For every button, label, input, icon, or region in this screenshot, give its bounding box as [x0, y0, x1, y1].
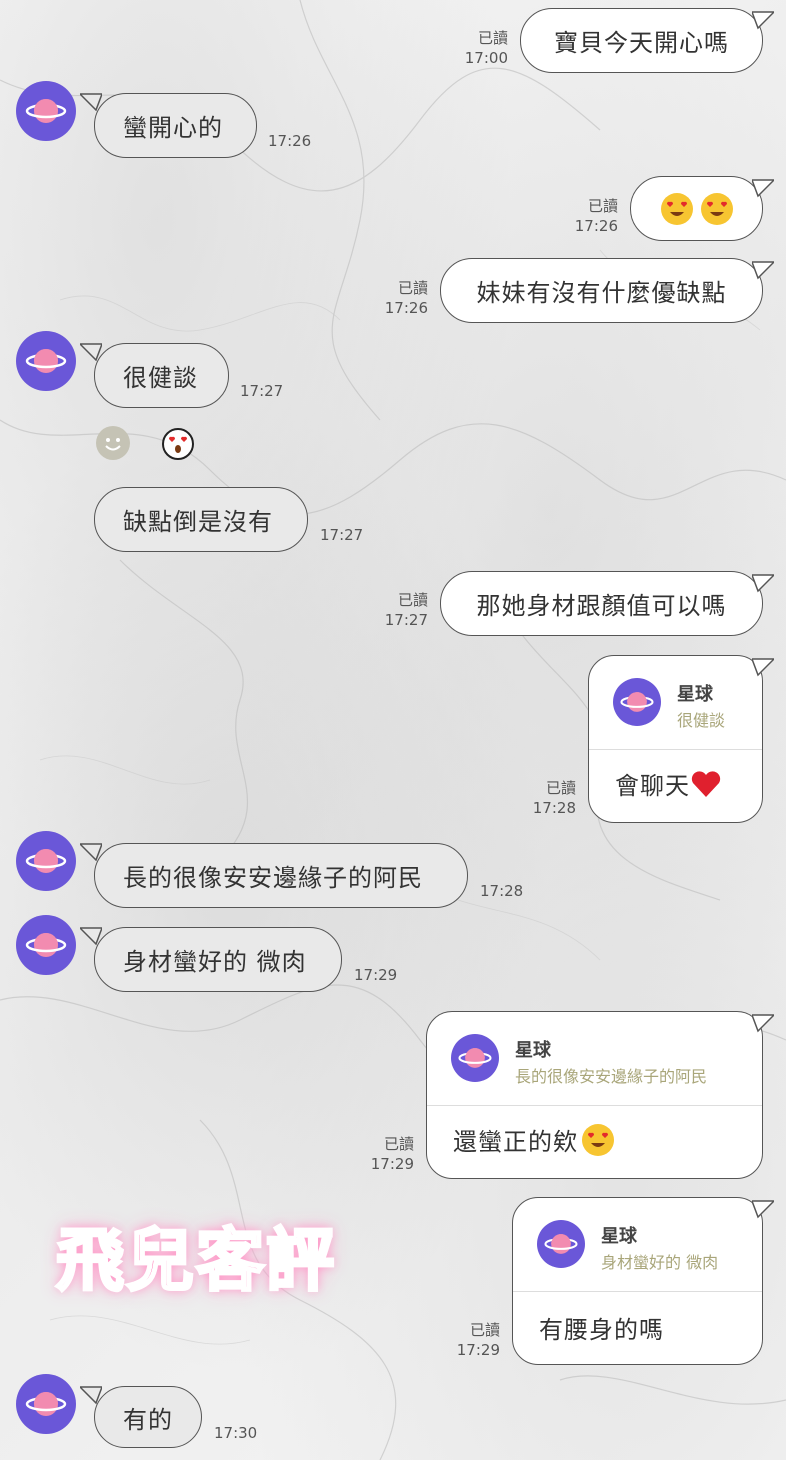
message-text: 妹妹有沒有什麼優缺點: [476, 279, 727, 307]
message-time: 17:29: [354, 966, 398, 984]
message-text: 身材蠻好的 微肉: [123, 948, 307, 976]
quoted-sender-name: 星球: [515, 1040, 551, 1061]
bubble-tail: [752, 261, 774, 280]
message-bubble-outgoing[interactable]: 妹妹有沒有什麼優缺點: [440, 258, 763, 323]
quoted-sender-name: 星球: [677, 684, 713, 705]
planet-icon: [458, 1048, 492, 1068]
reply-quote-block[interactable]: 星球 身材蠻好的 微肉: [513, 1198, 762, 1292]
contact-avatar[interactable]: [16, 81, 76, 141]
quoted-text: 很健談: [677, 711, 726, 730]
watermark-logo: 飛兒客評: [54, 1221, 337, 1303]
message-time: 17:28: [480, 882, 524, 900]
red-heart-emoji: [691, 770, 721, 797]
message-text: 那她身材跟顏值可以嗎: [476, 592, 727, 620]
message-time: 17:26: [268, 132, 312, 150]
bubble-tail: [752, 1014, 774, 1033]
reply-message-bubble[interactable]: 星球 長的很像安安邊緣子的阿民 還蠻正的欸: [426, 1011, 763, 1179]
read-receipt: 已讀 17:00: [464, 29, 508, 67]
planet-icon: [544, 1234, 578, 1254]
contact-avatar[interactable]: [16, 915, 76, 975]
message-bubble-incoming[interactable]: 很健談: [94, 343, 229, 408]
message-bubble-incoming[interactable]: 蠻開心的: [94, 93, 257, 158]
message-bubble-outgoing[interactable]: 寶貝今天開心嗎: [520, 8, 763, 73]
message-text: 寶貝今天開心嗎: [554, 29, 729, 57]
message-bubble-outgoing[interactable]: [630, 176, 763, 241]
message-text: 蠻開心的: [123, 114, 223, 142]
message-text: 有的: [123, 1405, 173, 1434]
message-text: 會聊天: [615, 772, 690, 800]
message-bubble-incoming[interactable]: 長的很像安安邊緣子的阿民: [94, 843, 468, 908]
quoted-avatar: [613, 678, 661, 726]
reaction-smile-icon[interactable]: [96, 426, 130, 460]
planet-icon: [25, 933, 67, 957]
reply-message-bubble[interactable]: 星球 很健談 會聊天: [588, 655, 763, 823]
heart-eyes-emoji: [582, 1123, 614, 1156]
reply-body: 有腰身的嗎: [539, 1310, 664, 1345]
read-receipt: 已讀 17:29: [370, 1135, 414, 1173]
reply-body: 會聊天: [615, 766, 722, 801]
contact-avatar[interactable]: [16, 331, 76, 391]
message-text: 缺點倒是沒有: [123, 508, 273, 536]
heart-eyes-emoji: [660, 192, 693, 225]
quoted-sender-name: 星球: [601, 1226, 637, 1247]
reply-quote-block[interactable]: 星球 長的很像安安邊緣子的阿民: [427, 1012, 762, 1106]
reply-message-bubble[interactable]: 星球 身材蠻好的 微肉 有腰身的嗎: [512, 1197, 763, 1365]
planet-icon: [25, 349, 67, 373]
read-receipt: 已讀 17:26: [384, 279, 428, 317]
reply-quote-block[interactable]: 星球 很健談: [589, 656, 762, 750]
quoted-avatar: [537, 1220, 585, 1268]
contact-avatar[interactable]: [16, 831, 76, 891]
contact-avatar[interactable]: [16, 1374, 76, 1434]
message-bubble-incoming[interactable]: 身材蠻好的 微肉: [94, 927, 342, 992]
message-time: 17:27: [320, 526, 364, 544]
message-text: 長的很像安安邊緣子的阿民: [123, 864, 423, 892]
read-receipt: 已讀 17:28: [532, 779, 576, 817]
bubble-tail: [752, 1200, 774, 1219]
reaction-heart-eyes-icon[interactable]: [162, 428, 194, 460]
bubble-tail: [752, 574, 774, 593]
message-bubble-incoming[interactable]: 缺點倒是沒有: [94, 487, 308, 552]
quoted-avatar: [451, 1034, 499, 1082]
message-text: 有腰身的嗎: [539, 1316, 664, 1344]
bubble-tail: [752, 11, 774, 30]
planet-icon: [25, 849, 67, 873]
read-receipt: 已讀 17:29: [456, 1321, 500, 1359]
message-time: 17:30: [214, 1424, 258, 1442]
message-time: 17:27: [240, 382, 284, 400]
quoted-text: 身材蠻好的 微肉: [601, 1253, 719, 1272]
quoted-text: 長的很像安安邊緣子的阿民: [515, 1067, 708, 1086]
reply-body: 還蠻正的欸: [453, 1122, 622, 1157]
message-text: 還蠻正的欸: [453, 1128, 578, 1156]
planet-icon: [620, 692, 654, 712]
read-receipt: 已讀 17:27: [384, 591, 428, 629]
message-text: 很健談: [123, 364, 198, 392]
heart-eyes-emoji: [700, 192, 733, 225]
bubble-tail: [752, 179, 774, 198]
message-bubble-outgoing[interactable]: 那她身材跟顏值可以嗎: [440, 571, 763, 636]
bubble-tail: [752, 658, 774, 677]
planet-icon: [25, 99, 67, 123]
read-receipt: 已讀 17:26: [574, 197, 618, 235]
message-bubble-incoming[interactable]: 有的: [94, 1386, 202, 1448]
planet-icon: [25, 1392, 67, 1416]
